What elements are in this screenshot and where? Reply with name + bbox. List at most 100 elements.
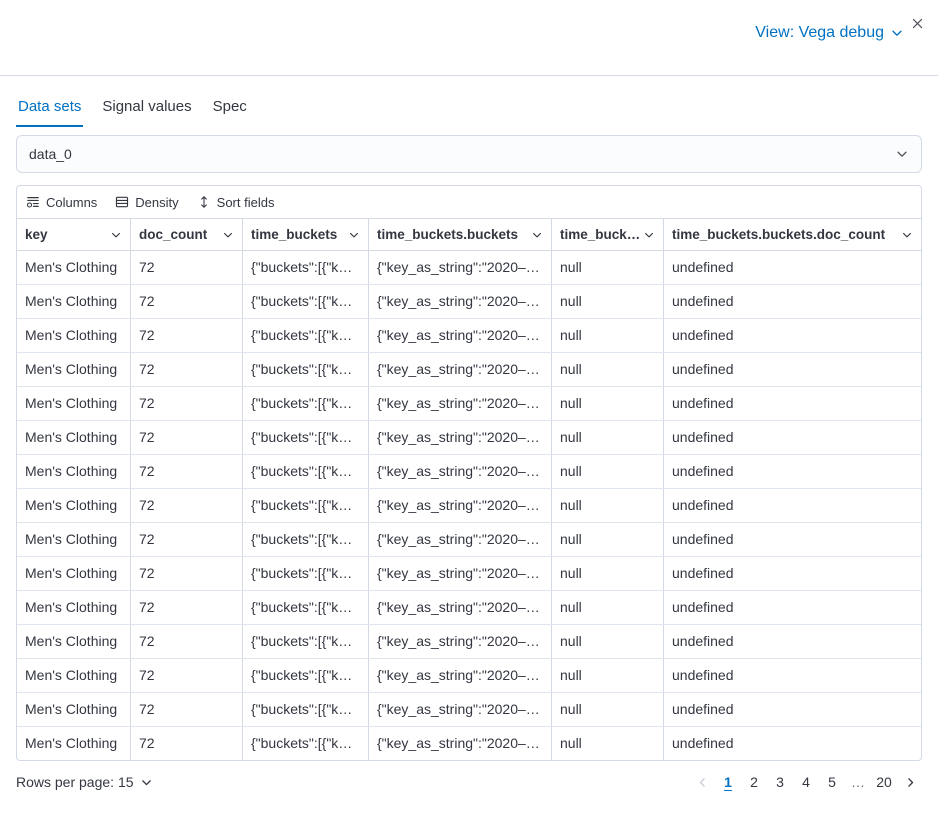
tab-spec[interactable]: Spec <box>211 98 249 127</box>
table-cell[interactable]: Men's Clothing <box>17 591 131 624</box>
table-cell[interactable]: {"buckets":[{"k… <box>243 455 369 488</box>
table-cell[interactable]: 72 <box>131 251 243 284</box>
table-cell[interactable]: null <box>552 727 664 760</box>
page-button-4[interactable]: 4 <box>794 770 818 794</box>
table-cell[interactable]: 72 <box>131 353 243 386</box>
table-cell[interactable]: Men's Clothing <box>17 489 131 522</box>
rows-per-page-button[interactable]: Rows per page: 15 <box>16 774 153 790</box>
page-button-5[interactable]: 5 <box>820 770 844 794</box>
table-cell[interactable]: {"buckets":[{"k… <box>243 557 369 590</box>
view-selector-button[interactable]: View: Vega debug <box>755 24 904 42</box>
table-cell[interactable]: {"key_as_string":"2020–… <box>369 251 552 284</box>
table-cell[interactable]: {"buckets":[{"k… <box>243 251 369 284</box>
table-cell[interactable]: 72 <box>131 693 243 726</box>
table-cell[interactable]: undefined <box>664 489 921 522</box>
table-cell[interactable]: Men's Clothing <box>17 659 131 692</box>
table-cell[interactable]: 72 <box>131 421 243 454</box>
table-cell[interactable]: Men's Clothing <box>17 625 131 658</box>
table-cell[interactable]: null <box>552 591 664 624</box>
table-cell[interactable]: 72 <box>131 455 243 488</box>
table-cell[interactable]: undefined <box>664 319 921 352</box>
table-cell[interactable]: {"key_as_string":"2020–… <box>369 319 552 352</box>
table-cell[interactable]: {"key_as_string":"2020–… <box>369 387 552 420</box>
previous-page-button[interactable] <box>690 770 714 794</box>
table-cell[interactable]: {"key_as_string":"2020–… <box>369 523 552 556</box>
table-cell[interactable]: null <box>552 557 664 590</box>
sort-fields-button[interactable]: Sort fields <box>197 195 275 210</box>
table-cell[interactable]: undefined <box>664 387 921 420</box>
table-cell[interactable]: 72 <box>131 489 243 522</box>
table-cell[interactable]: {"buckets":[{"k… <box>243 285 369 318</box>
table-cell[interactable]: 72 <box>131 727 243 760</box>
table-cell[interactable]: null <box>552 387 664 420</box>
table-cell[interactable]: 72 <box>131 387 243 420</box>
table-cell[interactable]: {"buckets":[{"k… <box>243 625 369 658</box>
table-cell[interactable]: {"buckets":[{"k… <box>243 319 369 352</box>
table-cell[interactable]: {"buckets":[{"k… <box>243 523 369 556</box>
table-cell[interactable]: {"buckets":[{"k… <box>243 591 369 624</box>
tab-data-sets[interactable]: Data sets <box>16 98 83 127</box>
table-cell[interactable]: Men's Clothing <box>17 693 131 726</box>
page-button-3[interactable]: 3 <box>768 770 792 794</box>
table-cell[interactable]: 72 <box>131 659 243 692</box>
table-cell[interactable]: undefined <box>664 523 921 556</box>
table-cell[interactable]: {"key_as_string":"2020–… <box>369 659 552 692</box>
table-cell[interactable]: {"key_as_string":"2020–… <box>369 693 552 726</box>
table-cell[interactable]: {"key_as_string":"2020–… <box>369 625 552 658</box>
table-cell[interactable]: {"key_as_string":"2020–… <box>369 557 552 590</box>
table-cell[interactable]: undefined <box>664 693 921 726</box>
table-cell[interactable]: Men's Clothing <box>17 319 131 352</box>
table-cell[interactable]: 72 <box>131 591 243 624</box>
table-cell[interactable]: 72 <box>131 319 243 352</box>
table-cell[interactable]: undefined <box>664 421 921 454</box>
table-cell[interactable]: null <box>552 421 664 454</box>
table-cell[interactable]: undefined <box>664 285 921 318</box>
table-cell[interactable]: {"key_as_string":"2020–… <box>369 489 552 522</box>
table-cell[interactable]: Men's Clothing <box>17 727 131 760</box>
table-cell[interactable]: Men's Clothing <box>17 557 131 590</box>
table-cell[interactable]: undefined <box>664 455 921 488</box>
next-page-button[interactable] <box>898 770 922 794</box>
table-cell[interactable]: {"key_as_string":"2020–… <box>369 455 552 488</box>
table-cell[interactable]: Men's Clothing <box>17 523 131 556</box>
dataset-select[interactable]: data_0 <box>16 135 922 173</box>
table-cell[interactable]: null <box>552 285 664 318</box>
column-header[interactable]: doc_count <box>131 219 243 250</box>
close-button[interactable] <box>907 13 927 33</box>
table-cell[interactable]: null <box>552 251 664 284</box>
table-cell[interactable]: Men's Clothing <box>17 421 131 454</box>
table-cell[interactable]: null <box>552 693 664 726</box>
column-header[interactable]: time_buckets.buckets.doc_count <box>664 219 921 250</box>
table-cell[interactable]: {"key_as_string":"2020–… <box>369 591 552 624</box>
table-cell[interactable]: null <box>552 319 664 352</box>
table-cell[interactable]: Men's Clothing <box>17 387 131 420</box>
table-cell[interactable]: null <box>552 523 664 556</box>
table-cell[interactable]: {"key_as_string":"2020–… <box>369 353 552 386</box>
page-button-1[interactable]: 1 <box>716 770 740 794</box>
table-cell[interactable]: null <box>552 489 664 522</box>
table-cell[interactable]: null <box>552 353 664 386</box>
table-cell[interactable]: {"buckets":[{"k… <box>243 693 369 726</box>
table-cell[interactable]: 72 <box>131 625 243 658</box>
table-cell[interactable]: undefined <box>664 353 921 386</box>
column-header[interactable]: time_buck… <box>552 219 664 250</box>
table-cell[interactable]: undefined <box>664 659 921 692</box>
page-button-2[interactable]: 2 <box>742 770 766 794</box>
tab-signal-values[interactable]: Signal values <box>100 98 193 127</box>
table-cell[interactable]: undefined <box>664 727 921 760</box>
column-header[interactable]: time_buckets.buckets <box>369 219 552 250</box>
table-cell[interactable]: Men's Clothing <box>17 285 131 318</box>
table-cell[interactable]: null <box>552 455 664 488</box>
table-cell[interactable]: {"key_as_string":"2020–… <box>369 421 552 454</box>
column-header[interactable]: key <box>17 219 131 250</box>
table-cell[interactable]: {"buckets":[{"k… <box>243 421 369 454</box>
table-cell[interactable]: {"buckets":[{"k… <box>243 727 369 760</box>
column-header[interactable]: time_buckets <box>243 219 369 250</box>
table-cell[interactable]: 72 <box>131 523 243 556</box>
table-cell[interactable]: undefined <box>664 591 921 624</box>
columns-button[interactable]: Columns <box>26 195 97 210</box>
table-cell[interactable]: {"buckets":[{"k… <box>243 659 369 692</box>
table-cell[interactable]: undefined <box>664 625 921 658</box>
table-cell[interactable]: 72 <box>131 285 243 318</box>
table-cell[interactable]: {"key_as_string":"2020–… <box>369 285 552 318</box>
